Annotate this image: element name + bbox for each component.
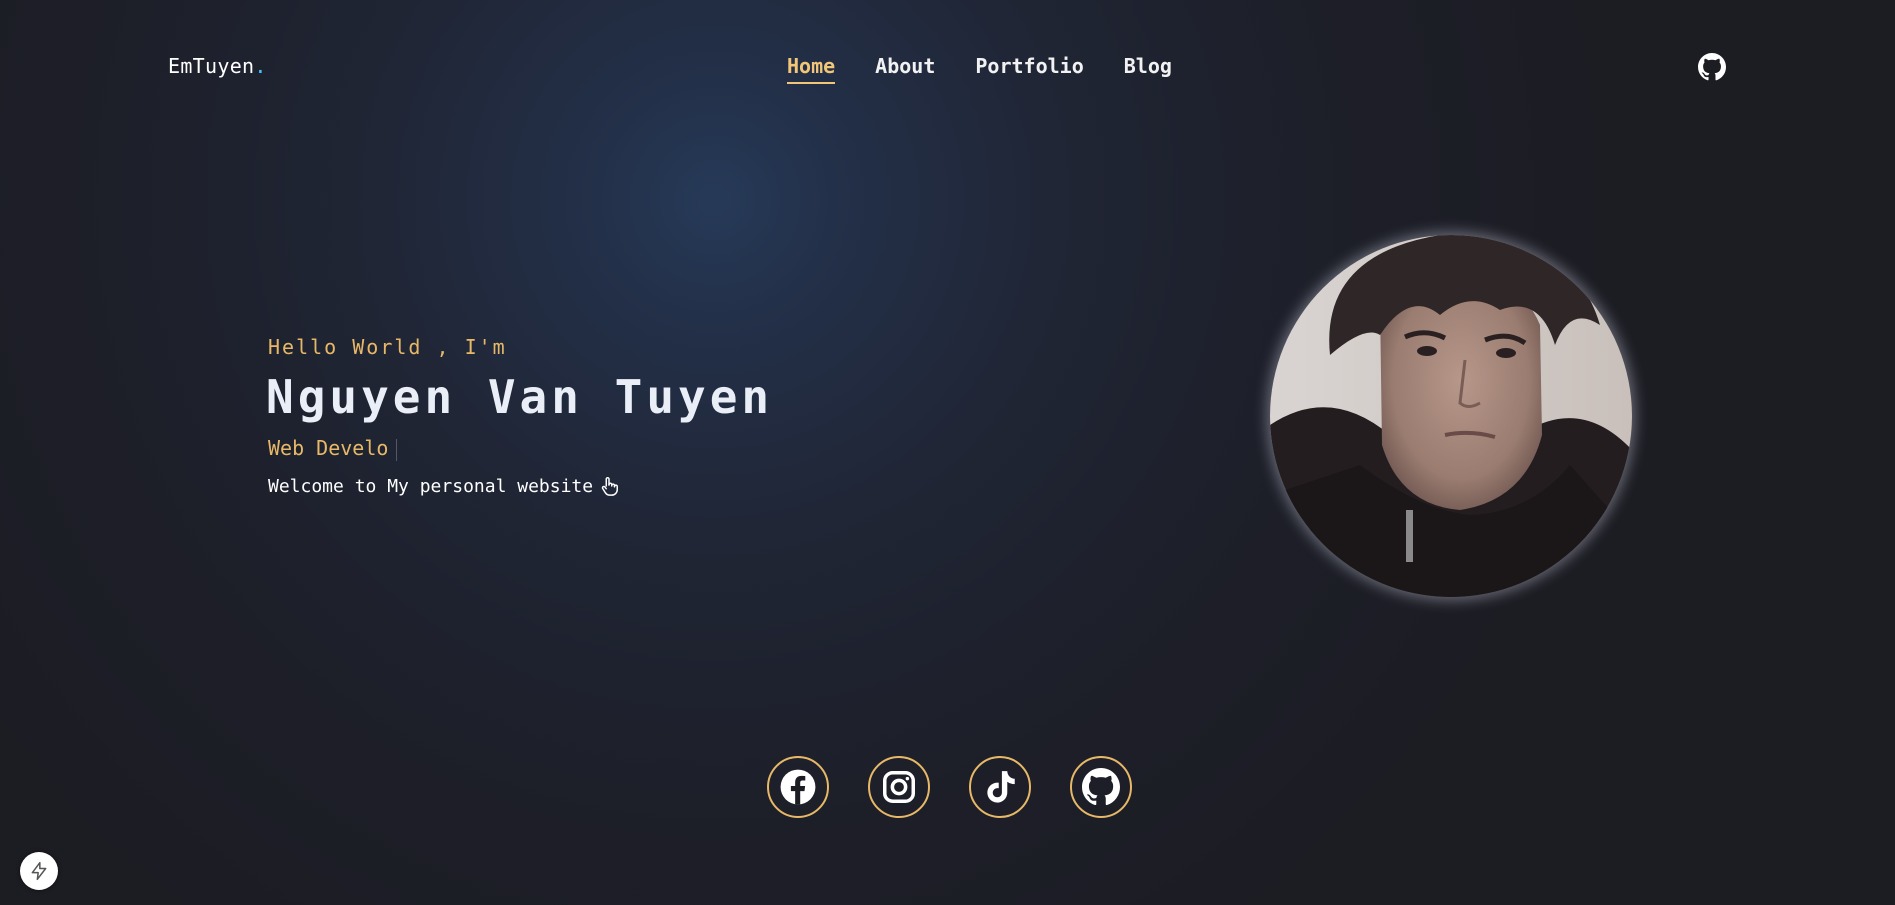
instagram-link[interactable]: [868, 756, 930, 818]
hero-role-text: Web Develo: [268, 436, 389, 460]
nav-item-blog[interactable]: Blog: [1124, 54, 1172, 84]
hero-role: Web Develo: [268, 436, 398, 461]
facebook-icon: [780, 769, 816, 805]
brand-name: EmTuyen: [168, 54, 255, 78]
hero-name: Nguyen Van Tuyen: [266, 370, 774, 424]
brand-dot: .: [254, 54, 267, 78]
nav-item-portfolio[interactable]: Portfolio: [975, 54, 1083, 84]
brand-logo[interactable]: EmTuyen.: [168, 54, 267, 78]
typing-cursor: [396, 438, 398, 461]
social-links: [767, 756, 1132, 818]
nav-item-about[interactable]: About: [875, 54, 935, 84]
tiktok-icon: [987, 771, 1015, 803]
github-link[interactable]: [1070, 756, 1132, 818]
pointing-hand-icon: [598, 475, 620, 497]
github-icon[interactable]: [1698, 53, 1726, 81]
github-icon: [1082, 768, 1120, 806]
nav-item-home[interactable]: Home: [787, 54, 836, 84]
main-nav: Home About Portfolio Blog: [787, 54, 1172, 84]
tiktok-link[interactable]: [969, 756, 1031, 818]
lightning-bolt-icon[interactable]: [20, 852, 58, 890]
hero-welcome: Welcome to My personal website: [268, 475, 620, 497]
profile-photo: [1270, 235, 1632, 597]
instagram-icon: [883, 771, 915, 803]
hero-welcome-text: Welcome to My personal website: [268, 475, 594, 497]
facebook-link[interactable]: [767, 756, 829, 818]
hero-greeting: Hello World , I'm: [268, 335, 507, 359]
